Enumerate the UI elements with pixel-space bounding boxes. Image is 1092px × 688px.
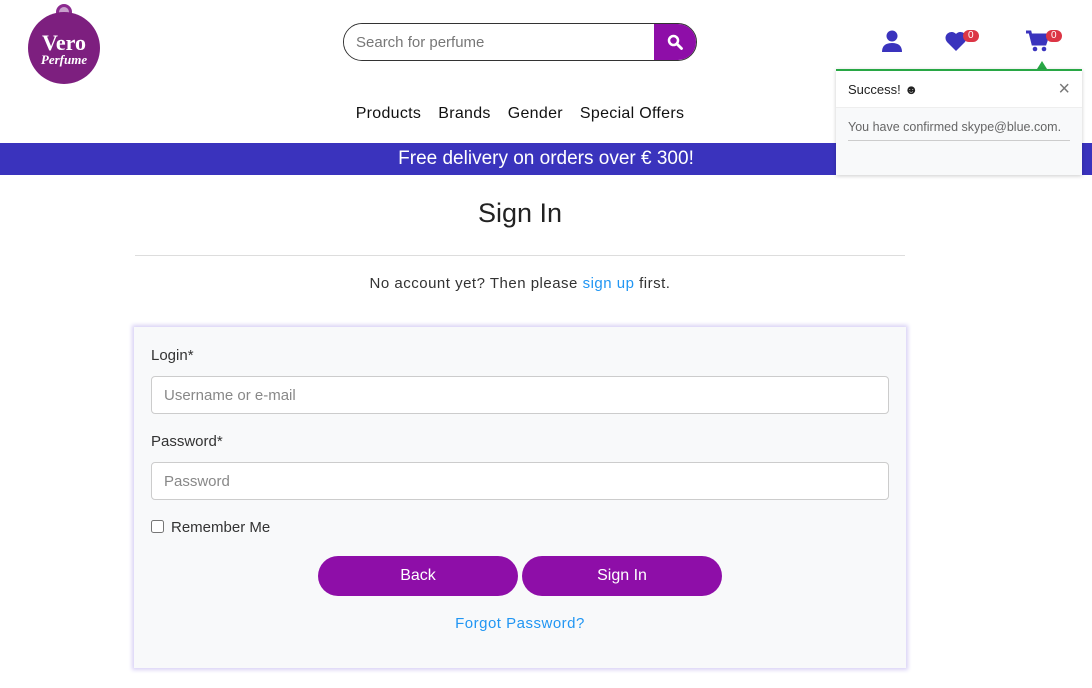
nav-special-offers[interactable]: Special Offers [580,105,684,123]
search-bar [343,23,697,61]
remember-me-label[interactable]: Remember Me [171,519,270,536]
remember-me-checkbox[interactable] [151,520,164,533]
cart-count-badge: 0 [1046,30,1062,42]
search-icon [667,34,683,50]
search-input[interactable] [344,24,654,60]
nav-products[interactable]: Products [356,105,422,123]
back-button[interactable]: Back [318,556,518,596]
nav-brands[interactable]: Brands [438,105,491,123]
close-icon[interactable]: × [1058,78,1070,101]
toast-arrow [1037,61,1047,69]
wishlist-count-badge: 0 [963,30,979,42]
no-account-text: No account yet? Then please sign up firs… [0,275,1040,292]
no-account-post: first. [634,275,671,292]
sign-up-link[interactable]: sign up [583,275,635,292]
divider [135,255,905,256]
svg-text:Perfume: Perfume [41,52,87,67]
sign-in-button[interactable]: Sign In [522,556,722,596]
forgot-password-link[interactable]: Forgot Password? [134,615,906,632]
user-icon[interactable] [881,30,903,52]
login-label: Login* [151,347,194,364]
toast-message: You have confirmed skype@blue.com. [848,120,1070,141]
success-toast: Success! ☻ × You have confirmed skype@blu… [836,69,1082,175]
toast-title: Success! ☻ [848,81,919,97]
password-label: Password* [151,433,223,450]
no-account-pre: No account yet? Then please [369,275,583,292]
search-button[interactable] [654,24,696,60]
page-title: Sign In [477,198,563,228]
sign-in-form: Login* Password* Remember Me Back Sign I… [134,327,906,668]
password-input[interactable] [151,462,889,500]
nav-gender[interactable]: Gender [508,105,563,123]
login-input[interactable] [151,376,889,414]
logo[interactable]: Vero Perfume [28,2,100,84]
